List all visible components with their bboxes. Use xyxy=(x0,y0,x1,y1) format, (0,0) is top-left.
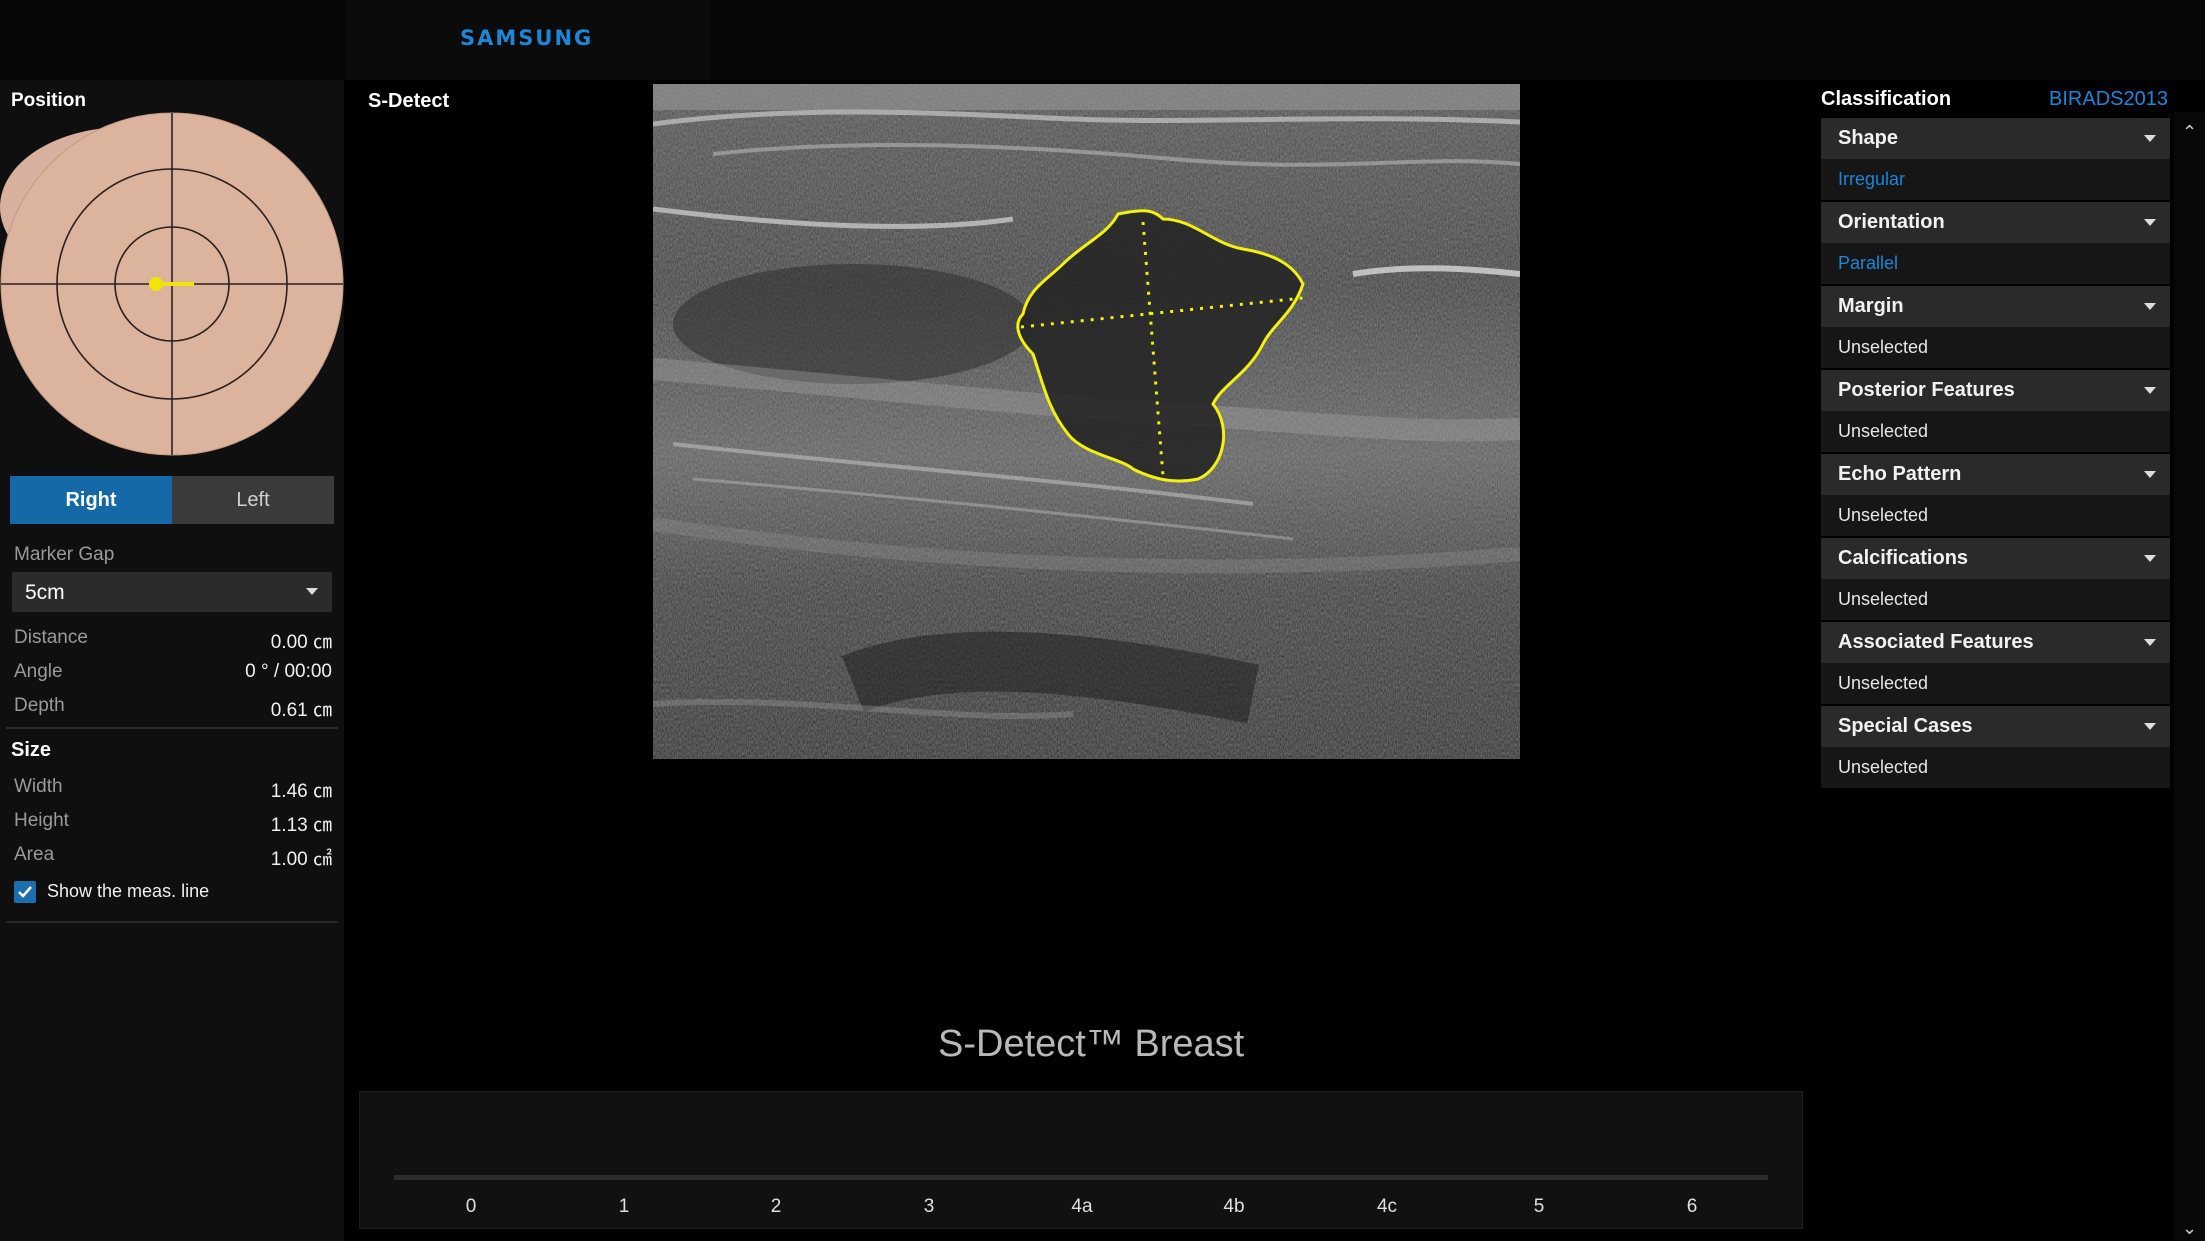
size-title: Size xyxy=(11,739,52,761)
width-label: Width xyxy=(14,776,63,797)
marker-gap-value: 5cm xyxy=(25,581,65,604)
chevron-down-icon xyxy=(2144,723,2156,730)
birads-tick: 4a xyxy=(1071,1196,1093,1217)
category-value-calcifications: Unselected xyxy=(1821,579,2170,620)
marker-gap-dropdown[interactable]: 5cm xyxy=(12,572,332,612)
category-value-associated-features: Unselected xyxy=(1821,663,2170,704)
birads-tick: 4c xyxy=(1376,1196,1398,1217)
category-label: Special Cases xyxy=(1838,715,1973,737)
divider xyxy=(6,727,338,729)
birads-tick: 3 xyxy=(923,1196,935,1217)
height-label: Height xyxy=(14,810,69,831)
distance-label: Distance xyxy=(14,627,88,648)
chevron-down-icon xyxy=(2144,387,2156,394)
category-value-shape: Irregular xyxy=(1821,159,2170,200)
chevron-down-icon[interactable]: ⌄ xyxy=(2182,1218,2197,1239)
category-value-posterior-features: Unselected xyxy=(1821,411,2170,452)
category-label: Associated Features xyxy=(1838,631,2034,653)
show-meas-line-label[interactable]: Show the meas. line xyxy=(47,881,209,902)
chevron-down-icon xyxy=(2144,135,2156,142)
category-value: Unselected xyxy=(1838,757,1929,777)
scrollbar[interactable]: ⌃ ⌄ xyxy=(2174,112,2205,1241)
position-title: Position xyxy=(11,90,86,111)
area-label: Area xyxy=(14,844,55,865)
marker-gap-label: Marker Gap xyxy=(14,544,115,565)
depth-label: Depth xyxy=(14,695,65,716)
show-meas-line-checkbox[interactable] xyxy=(14,881,36,903)
birads-tick: 0 xyxy=(465,1196,477,1217)
chevron-up-icon[interactable]: ⌃ xyxy=(2182,122,2197,143)
category-value: Unselected xyxy=(1838,421,1929,441)
category-label: Margin xyxy=(1838,295,1904,317)
category-value: Unselected xyxy=(1838,589,1929,609)
category-label: Shape xyxy=(1838,127,1899,149)
birads-scale: 0 1 2 3 4a 4b 4c 5 6 xyxy=(359,1091,1803,1229)
category-dropdown-shape[interactable]: Shape xyxy=(1821,118,2170,159)
brand-logo: SAMSUNG xyxy=(460,26,594,50)
ultrasound-scan xyxy=(653,84,1520,759)
checkmark-icon xyxy=(18,886,32,898)
classification-panel: Classification BIRADS2013 Shape Irregula… xyxy=(1818,80,2183,1241)
category-value-echo-pattern: Unselected xyxy=(1821,495,2170,536)
category-value: Unselected xyxy=(1838,673,1929,693)
category-dropdown-posterior-features[interactable]: Posterior Features xyxy=(1821,370,2170,411)
category-value: Unselected xyxy=(1838,505,1929,525)
category-label: Orientation xyxy=(1838,211,1945,233)
right-side-button[interactable]: Right xyxy=(10,476,172,524)
classification-title: Classification xyxy=(1821,88,1952,110)
birads-tick: 2 xyxy=(770,1196,782,1217)
width-value: 1.46 ㎝ xyxy=(270,781,332,802)
category-dropdown-calcifications[interactable]: Calcifications xyxy=(1821,538,2170,579)
category-dropdown-margin[interactable]: Margin xyxy=(1821,286,2170,327)
category-label: Posterior Features xyxy=(1838,379,2015,401)
birads-scale-track xyxy=(394,1175,1768,1180)
side-toggle[interactable]: Right Left xyxy=(10,476,334,524)
category-dropdown-echo-pattern[interactable]: Echo Pattern xyxy=(1821,454,2170,495)
category-value: Unselected xyxy=(1838,337,1929,357)
birads-tick: 6 xyxy=(1686,1196,1698,1217)
category-dropdown-orientation[interactable]: Orientation xyxy=(1821,202,2170,243)
category-label: Calcifications xyxy=(1838,547,1969,569)
product-title: S-Detect™ Breast xyxy=(938,1023,1245,1065)
category-dropdown-special-cases[interactable]: Special Cases xyxy=(1821,706,2170,747)
chevron-down-icon xyxy=(2144,639,2156,646)
ultrasound-image[interactable] xyxy=(653,84,1520,759)
angle-value: 0 ° / 00:00 xyxy=(245,661,332,682)
angle-label: Angle xyxy=(14,661,63,682)
top-bar xyxy=(0,0,2205,80)
left-panel: Position Right Left Marker Gap 5cm Dista… xyxy=(0,80,344,1241)
probe-marker-head xyxy=(149,277,163,291)
category-value: Parallel xyxy=(1838,253,1899,273)
view-title: S-Detect xyxy=(368,90,450,112)
height-value: 1.13 ㎝ xyxy=(270,815,332,836)
category-value: Irregular xyxy=(1838,169,1906,189)
chevron-down-icon xyxy=(2144,555,2156,562)
left-side-button[interactable]: Left xyxy=(172,476,334,524)
category-value-margin: Unselected xyxy=(1821,327,2170,368)
area-value: 1.00 ㎠ xyxy=(270,849,332,870)
category-value-orientation: Parallel xyxy=(1821,243,2170,284)
category-label: Echo Pattern xyxy=(1838,463,1962,485)
distance-value: 0.00 ㎝ xyxy=(270,632,332,653)
chevron-down-icon xyxy=(306,588,318,595)
chevron-down-icon xyxy=(2144,219,2156,226)
category-value-special-cases: Unselected xyxy=(1821,747,2170,788)
divider xyxy=(6,921,338,923)
category-dropdown-associated-features[interactable]: Associated Features xyxy=(1821,622,2170,663)
breast-position-diagram[interactable] xyxy=(0,112,344,462)
chevron-down-icon xyxy=(2144,471,2156,478)
birads-tick: 5 xyxy=(1533,1196,1545,1217)
birads-tick: 1 xyxy=(618,1196,630,1217)
depth-value: 0.61 ㎝ xyxy=(270,700,332,721)
chevron-down-icon xyxy=(2144,303,2156,310)
birads-tick: 4b xyxy=(1223,1196,1245,1217)
birads-standard-label[interactable]: BIRADS2013 xyxy=(2049,88,2168,111)
